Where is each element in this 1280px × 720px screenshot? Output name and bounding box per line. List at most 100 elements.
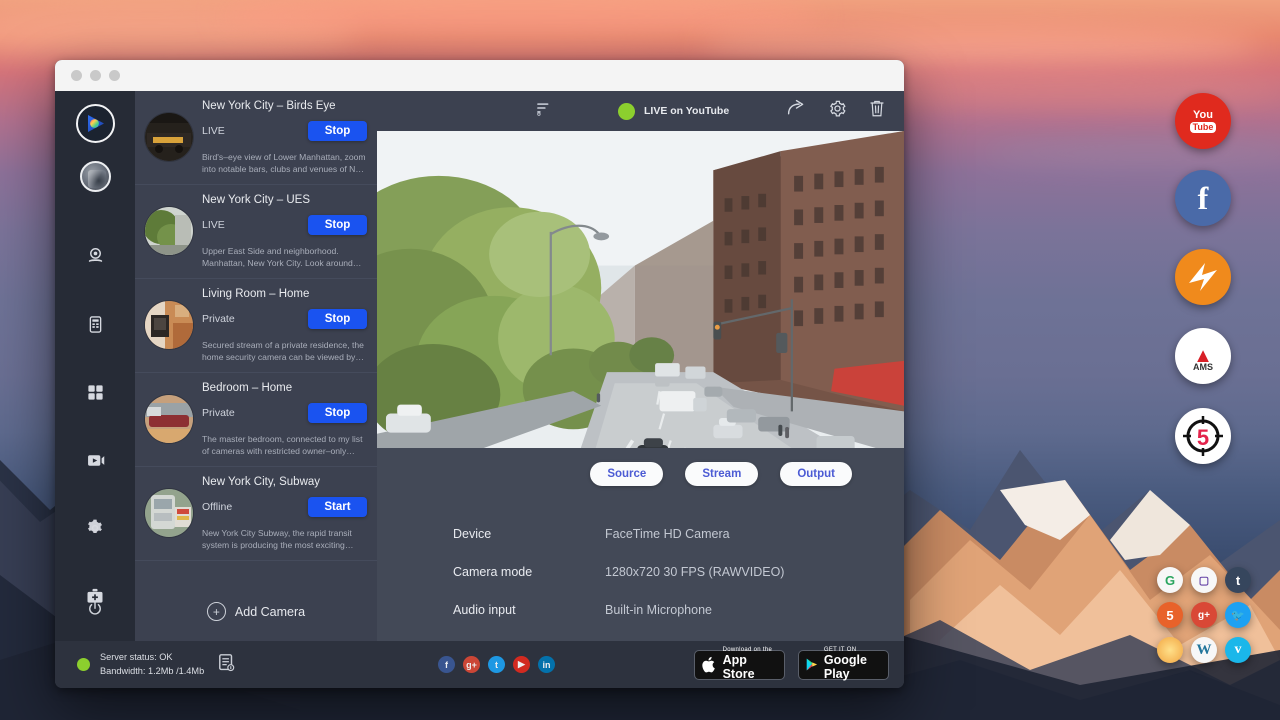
desktop-icon-youtube[interactable]: You Tube xyxy=(1175,93,1231,149)
social-link-facebook[interactable]: f xyxy=(438,656,455,673)
app-window: New York City – Birds EyeLIVEStopBird's–… xyxy=(55,60,904,688)
sidebar-item-dashboard[interactable] xyxy=(75,372,115,412)
youtube-tube-badge: Tube xyxy=(1190,122,1217,133)
gear-icon xyxy=(85,518,105,538)
google-play-badge[interactable]: GET IT ON Google Play xyxy=(798,650,889,680)
desktop-icon-smashcast[interactable]: 5 xyxy=(1157,602,1183,628)
camera-toggle-button[interactable]: Stop xyxy=(308,215,367,235)
spec-value[interactable]: FaceTime HD Camera xyxy=(605,527,730,541)
camera-thumbnail xyxy=(145,113,193,161)
camera-state: Private xyxy=(202,313,235,325)
desktop-icon-sunrise[interactable] xyxy=(1157,637,1183,663)
sort-lines-icon xyxy=(535,100,552,117)
camera-info: New York City – UESLIVEStopUpper East Si… xyxy=(202,194,367,270)
toolbar-actions xyxy=(786,98,886,124)
camera-thumbnail xyxy=(145,301,193,349)
camera-thumbnail xyxy=(145,395,193,443)
camera-toggle-button[interactable]: Start xyxy=(308,497,367,517)
add-camera-label: Add Camera xyxy=(235,605,305,619)
camera-toggle-button[interactable]: Stop xyxy=(308,403,367,423)
video-preview[interactable] xyxy=(377,131,904,448)
camera-list[interactable]: New York City – Birds EyeLIVEStopBird's–… xyxy=(135,91,377,574)
svg-text:5: 5 xyxy=(1197,425,1209,450)
document-info-icon[interactable] xyxy=(217,653,235,677)
window-close-button[interactable] xyxy=(71,70,82,81)
live-status-label: LIVE on YouTube xyxy=(644,105,729,117)
social-link-youtube[interactable]: ▶ xyxy=(513,656,530,673)
camera-description: Bird's–eye view of Lower Manhattan, zoom… xyxy=(202,151,367,176)
camera-list-item[interactable]: New York City, SubwayOfflineStartNew Yor… xyxy=(135,467,377,561)
desktop-icon-facebook[interactable]: f xyxy=(1175,170,1231,226)
desktop-icon-tumblr[interactable]: t xyxy=(1225,567,1251,593)
camera-description: New York City Subway, the rapid transit … xyxy=(202,527,367,552)
spec-key: Camera mode xyxy=(453,565,605,579)
desktop-icon-google-plus[interactable]: g+ xyxy=(1191,602,1217,628)
video-scene xyxy=(377,131,904,448)
desktop-icon-channel-five[interactable]: 5 xyxy=(1175,408,1231,464)
camera-info: New York City, SubwayOfflineStartNew Yor… xyxy=(202,476,367,552)
app-store-badge[interactable]: Download on the App Store xyxy=(694,650,785,680)
tab-stream[interactable]: Stream xyxy=(685,462,758,486)
live-indicator-dot xyxy=(618,103,635,120)
sidebar-item-settings[interactable] xyxy=(75,508,115,548)
sidebar-item-broadcasts[interactable] xyxy=(75,440,115,480)
sidebar-rail xyxy=(55,91,135,641)
camera-list-item[interactable]: New York City – Birds EyeLIVEStopBird's–… xyxy=(135,91,377,185)
spec-key: Device xyxy=(453,527,605,541)
social-links: f g+ t ▶ in xyxy=(438,656,555,673)
camera-info: Living Room – HomePrivateStopSecured str… xyxy=(202,288,367,364)
server-status: Server status: OK Bandwidth: 1.2Mb /1.4M… xyxy=(55,651,235,678)
social-link-google-plus[interactable]: g+ xyxy=(463,656,480,673)
content-toolbar: LIVE on YouTube xyxy=(377,91,904,131)
spec-value[interactable]: 1280x720 30 FPS (RAWVIDEO) xyxy=(605,565,784,579)
camera-title: Living Room – Home xyxy=(202,288,367,300)
delete-button[interactable] xyxy=(868,99,886,124)
grid-icon xyxy=(86,383,105,402)
cloud-streak xyxy=(980,140,1280,166)
status-bar: Server status: OK Bandwidth: 1.2Mb /1.4M… xyxy=(55,641,904,688)
settings-button[interactable] xyxy=(828,99,847,123)
spec-row: Camera mode1280x720 30 FPS (RAWVIDEO) xyxy=(453,565,784,579)
desktop-icon-twitter[interactable]: 🐦 xyxy=(1225,602,1251,628)
status-text: Server status: OK Bandwidth: 1.2Mb /1.4M… xyxy=(100,651,204,678)
sidebar-item-devices[interactable] xyxy=(75,304,115,344)
camera-state: Private xyxy=(202,407,235,419)
app-store-text: Download on the App Store xyxy=(723,647,777,681)
desktop-icon-grabyo[interactable]: G xyxy=(1157,567,1183,593)
camera-list-item[interactable]: Living Room – HomePrivateStopSecured str… xyxy=(135,279,377,373)
window-maximize-button[interactable] xyxy=(109,70,120,81)
camera-title: New York City, Subway xyxy=(202,476,367,488)
desktop-icon-twitch[interactable]: ▢ xyxy=(1191,567,1217,593)
camera-list-item[interactable]: Bedroom – HomePrivateStopThe master bedr… xyxy=(135,373,377,467)
sort-icon[interactable] xyxy=(535,100,552,122)
sidebar-item-power[interactable] xyxy=(86,600,104,623)
camera-toggle-button[interactable]: Stop xyxy=(308,121,367,141)
desktop-icon-wordpress[interactable]: W xyxy=(1191,637,1217,663)
add-camera-button[interactable]: + Add Camera xyxy=(135,574,377,641)
spec-value[interactable]: Built-in Microphone xyxy=(605,603,712,617)
desktop-icon-wowza-streaming[interactable] xyxy=(1175,249,1231,305)
camera-list-item[interactable]: New York City – UESLIVEStopUpper East Si… xyxy=(135,185,377,279)
window-body: New York City – Birds EyeLIVEStopBird's–… xyxy=(55,91,904,641)
tab-output[interactable]: Output xyxy=(780,462,852,486)
tab-source[interactable]: Source xyxy=(590,462,663,486)
power-icon xyxy=(86,600,104,618)
camera-thumbnail xyxy=(145,207,193,255)
social-link-linkedin[interactable]: in xyxy=(538,656,555,673)
camera-description: Upper East Side and neighborhood. Manhat… xyxy=(202,245,367,270)
camera-status-row: Private Stop xyxy=(202,309,367,329)
window-minimize-button[interactable] xyxy=(90,70,101,81)
social-link-twitter[interactable]: t xyxy=(488,656,505,673)
window-titlebar xyxy=(55,60,904,91)
camera-list-column: New York City – Birds EyeLIVEStopBird's–… xyxy=(135,91,377,641)
desktop-icon-vimeo[interactable]: v xyxy=(1225,637,1251,663)
sidebar-item-app-logo[interactable] xyxy=(76,104,115,143)
share-button[interactable] xyxy=(786,98,807,124)
spec-table: DeviceFaceTime HD Camera Camera mode1280x… xyxy=(453,527,784,641)
sidebar-item-user-avatar[interactable] xyxy=(80,161,111,192)
detail-tabs: Source Stream Output xyxy=(590,462,852,486)
camera-toggle-button[interactable]: Stop xyxy=(308,309,367,329)
desktop-icon-wowza[interactable]: ▲ xyxy=(1175,328,1231,384)
sidebar-item-cameras[interactable] xyxy=(75,236,115,276)
camera-title: New York City – Birds Eye xyxy=(202,100,367,112)
